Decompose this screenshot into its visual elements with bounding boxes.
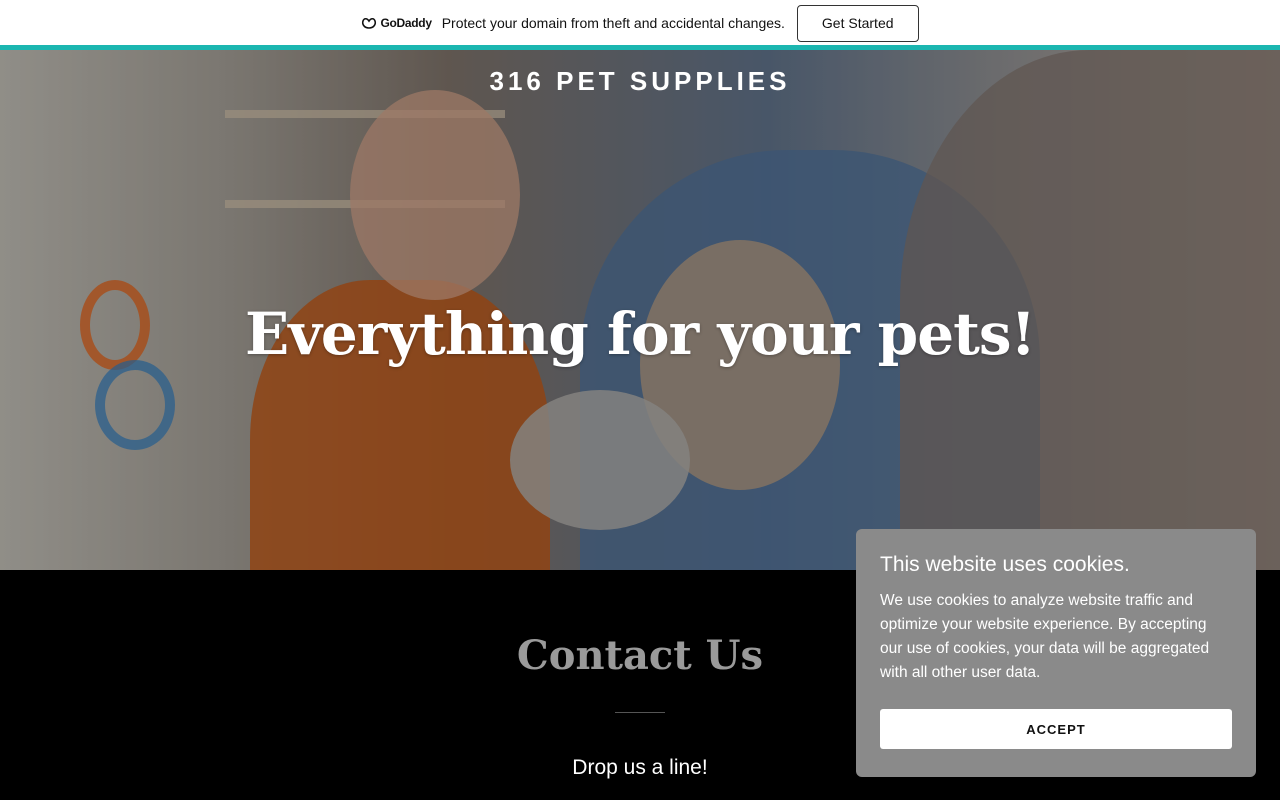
contact-divider: [615, 712, 665, 713]
godaddy-logo-text: GoDaddy: [380, 16, 432, 30]
promo-bar: GoDaddy Protect your domain from theft a…: [0, 0, 1280, 46]
hero-heading: Everything for your pets!: [244, 300, 1036, 368]
get-started-button[interactable]: Get Started: [796, 4, 919, 42]
cookie-title: This website uses cookies.: [880, 553, 1130, 576]
site-brand-title[interactable]: 316 PET SUPPLIES: [0, 66, 1280, 97]
promo-message: Protect your domain from theft and accid…: [441, 15, 785, 31]
godaddy-logo-icon: [362, 17, 377, 29]
godaddy-logo[interactable]: GoDaddy: [361, 16, 432, 30]
cookie-banner: This website uses cookies. We use cookie…: [856, 529, 1256, 777]
hero-section: 316 PET SUPPLIES Everything for your pet…: [0, 50, 1280, 570]
cookie-accept-button[interactable]: ACCEPT: [880, 709, 1232, 749]
cookie-body: We use cookies to analyze website traffi…: [880, 592, 1210, 681]
